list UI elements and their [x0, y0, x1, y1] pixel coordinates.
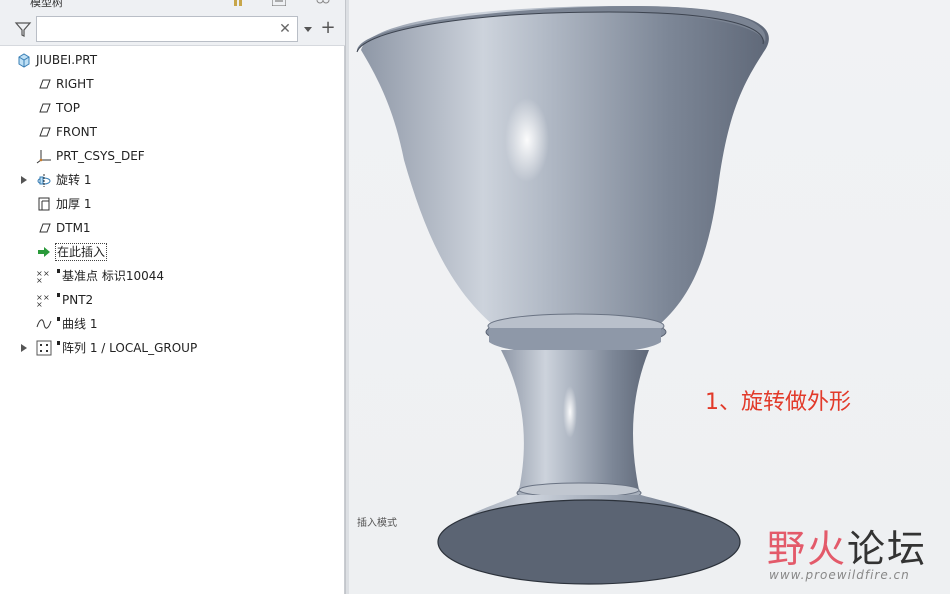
watermark-url: www.proewildfire.cn — [769, 568, 910, 582]
clear-icon[interactable]: ✕ — [277, 20, 293, 38]
tree-item-curve[interactable]: 曲线 1 — [10, 312, 342, 336]
tree-item-label: 曲线 1 — [62, 317, 98, 331]
tree-item-label: 基准点 标识10044 — [62, 269, 164, 283]
tree-item-label: TOP — [56, 101, 81, 115]
tree-item-pnt2[interactable]: × × × PNT2 — [10, 288, 342, 312]
tree-item-label: 阵列 1 / LOCAL_GROUP — [62, 341, 198, 355]
watermark-title: 野火论坛 — [767, 518, 927, 573]
tree-item-revolve[interactable]: 旋转 1 — [10, 168, 342, 192]
tree-item-label: FRONT — [56, 125, 97, 139]
tree-item-front[interactable]: FRONT — [10, 120, 342, 144]
model-tree: JIUBEI.PRT RIGHT TOP FRONT PRT_CSYS_DEF — [10, 48, 342, 360]
tree-item-dtm1[interactable]: DTM1 — [10, 216, 342, 240]
tree-item-pattern[interactable]: 阵列 1 / LOCAL_GROUP — [10, 336, 342, 360]
tree-item-label: PRT_CSYS_DEF — [56, 149, 145, 163]
search-box[interactable]: ✕ — [36, 16, 298, 42]
annotation-text: 1、旋转做外形 — [705, 390, 851, 415]
visibility-icon[interactable] — [316, 0, 330, 6]
tree-item-label: 在此插入 — [55, 243, 108, 261]
filter-row: ✕ + — [0, 12, 345, 46]
tree-item-label: DTM1 — [56, 221, 91, 235]
goblet-model[interactable] — [349, 0, 950, 594]
watermark-title-a: 野火 — [767, 527, 848, 571]
tree-item-label: RIGHT — [56, 77, 94, 91]
datum-plane-icon — [39, 79, 51, 89]
svg-text:×: × — [36, 300, 43, 308]
datum-plane-icon — [39, 103, 51, 113]
panel-header: 模型树 — [0, 0, 345, 12]
svg-text:×: × — [43, 293, 50, 302]
tree-item-datum-point[interactable]: × × × 基准点 标识10044 — [10, 264, 342, 288]
annotation-marker — [57, 317, 60, 321]
curve-icon — [36, 319, 52, 329]
add-icon[interactable]: + — [320, 19, 336, 37]
thicken-icon — [38, 197, 50, 211]
expand-arrow-icon[interactable] — [20, 175, 28, 185]
mode-label: 插入模式 — [357, 518, 397, 529]
tree-item-thicken[interactable]: 加厚 1 — [10, 192, 342, 216]
graphics-viewport[interactable]: 1、旋转做外形 插入模式 野火论坛 www.proewildfire.cn — [349, 0, 950, 594]
watermark-logo: 野火论坛 www.proewildfire.cn — [761, 510, 941, 590]
svg-text:×: × — [36, 276, 43, 284]
tree-item-csys[interactable]: PRT_CSYS_DEF — [10, 144, 342, 168]
datum-point-icon: × × × — [36, 269, 50, 284]
model-tree-panel: 模型树 ✕ + JIUBEI.PRT RIGHT TOP FRONT PRT_C… — [0, 0, 345, 594]
pattern-icon — [36, 340, 52, 356]
tree-item-right[interactable]: RIGHT — [10, 72, 342, 96]
insert-here-arrow-icon — [38, 247, 50, 257]
annotation-marker — [57, 341, 60, 345]
watermark-title-b: 论坛 — [847, 527, 928, 571]
annotation-marker — [57, 293, 60, 297]
tree-item-top[interactable]: TOP — [10, 96, 342, 120]
datum-point-icon: × × × — [36, 293, 50, 308]
datum-plane-icon — [39, 127, 51, 137]
columns-icon[interactable] — [232, 0, 246, 6]
tree-item-label: PNT2 — [62, 293, 94, 307]
settings-list-icon[interactable] — [272, 0, 286, 6]
chevron-down-icon[interactable] — [303, 24, 313, 34]
datum-plane-icon — [39, 223, 51, 233]
part-icon — [18, 53, 30, 68]
search-input[interactable] — [41, 20, 277, 38]
tree-item-label: JIUBEI.PRT — [36, 53, 98, 67]
revolve-icon — [37, 174, 51, 187]
annotation-marker — [57, 269, 60, 273]
panel-title: 模型树 — [30, 0, 63, 9]
tree-item-insert-here[interactable]: 在此插入 — [10, 240, 342, 264]
expand-arrow-icon[interactable] — [20, 343, 28, 353]
filter-icon[interactable] — [14, 20, 32, 38]
tree-item-label: 旋转 1 — [56, 173, 92, 187]
tree-item-label: 加厚 1 — [56, 197, 92, 211]
csys-icon — [36, 150, 51, 164]
tree-item-part[interactable]: JIUBEI.PRT — [10, 48, 342, 72]
svg-text:×: × — [43, 269, 50, 278]
